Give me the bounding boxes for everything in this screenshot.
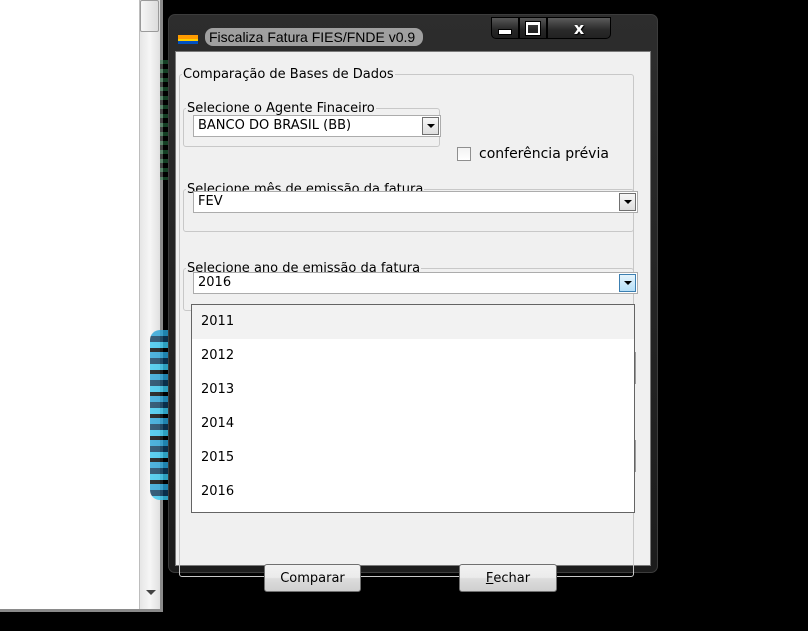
year-option[interactable]: 2016	[192, 475, 634, 509]
agent-selected-value: BANCO DO BRASIL (BB)	[198, 118, 352, 133]
close-button[interactable]: Fechar	[459, 564, 557, 592]
close-icon: x	[573, 18, 585, 38]
close-button-mnemonic: F	[485, 570, 494, 586]
year-selected-value: 2016	[198, 275, 232, 290]
minimize-button[interactable]	[491, 17, 519, 39]
close-button-label: echar	[493, 570, 531, 586]
vertical-scrollbar[interactable]	[139, 0, 160, 609]
comparison-group-legend: Comparação de Bases de Dados	[183, 67, 394, 82]
minimize-icon	[498, 29, 512, 35]
agent-combobox[interactable]: BANCO DO BRASIL (BB)	[193, 115, 441, 137]
title-bar[interactable]: Fiscaliza Fatura FIES/FNDE v0.9 x	[169, 15, 657, 51]
agent-dropdown-button[interactable]	[422, 117, 439, 135]
app-icon	[178, 35, 198, 44]
year-option[interactable]: 2012	[192, 339, 634, 373]
window-title: Fiscaliza Fatura FIES/FNDE v0.9	[205, 28, 424, 46]
year-option[interactable]: 2011	[192, 305, 634, 339]
background-editor-window	[0, 0, 163, 612]
year-combobox[interactable]: 2016	[193, 272, 638, 294]
conferencia-previa-label[interactable]: conferência prévia	[479, 146, 609, 162]
agent-group-legend: Selecione o Agente Finaceiro	[187, 101, 375, 116]
scrollbar-thumb[interactable]	[140, 0, 159, 32]
chevron-down-icon	[623, 281, 632, 285]
close-window-button[interactable]: x	[547, 17, 611, 39]
year-option[interactable]: 2013	[192, 373, 634, 407]
year-option[interactable]: 2014	[192, 407, 634, 441]
compare-button[interactable]: Comparar	[264, 564, 361, 592]
chevron-down-icon	[623, 200, 632, 204]
caption-buttons: x	[491, 17, 611, 41]
year-dropdown-list: 2011 2012 2013 2014 2015 2016	[191, 304, 635, 513]
conferencia-previa-checkbox[interactable]	[457, 147, 471, 161]
month-dropdown-button[interactable]	[619, 193, 636, 211]
chevron-down-icon	[426, 124, 435, 128]
maximize-icon	[526, 21, 540, 35]
year-option[interactable]: 2015	[192, 441, 634, 475]
month-combobox[interactable]: FEV	[193, 191, 638, 213]
month-selected-value: FEV	[198, 194, 223, 209]
maximize-button[interactable]	[519, 17, 547, 39]
year-dropdown-button[interactable]	[619, 274, 636, 292]
scroll-down-arrow-icon[interactable]	[146, 590, 156, 595]
